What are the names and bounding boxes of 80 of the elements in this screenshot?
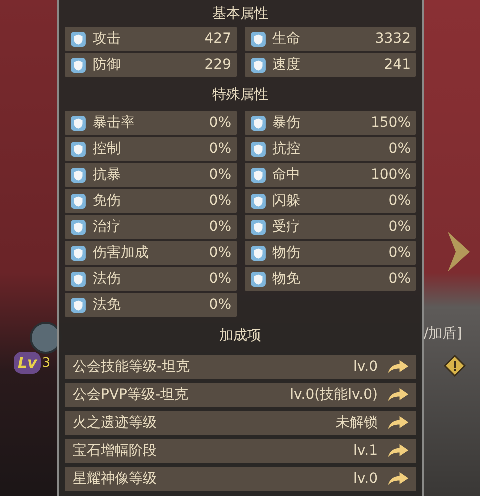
shield-badge-icon (70, 30, 87, 48)
stat-value: 0% (388, 141, 411, 157)
section-title: 特殊属性 (212, 86, 268, 104)
shield-badge-icon (250, 114, 266, 132)
stat-name: 抗暴 (93, 166, 122, 184)
stat-name: 速度 (272, 56, 302, 74)
stat-name: 抗控 (272, 140, 302, 158)
shield-badge-icon (70, 218, 87, 236)
section-title: 基本属性 (212, 4, 268, 22)
stat-value: 0% (209, 297, 232, 313)
stat-value: 0% (209, 219, 232, 235)
stat-value: 427 (204, 31, 232, 47)
stat-name: 物免 (272, 270, 302, 288)
stat-name: 免伤 (93, 192, 122, 210)
stat-value: 0% (209, 167, 232, 183)
stat-value: 0% (388, 193, 411, 209)
stat-name: 攻击 (93, 30, 122, 48)
shield-badge-icon (70, 296, 87, 314)
arrow-icon[interactable] (386, 387, 410, 403)
arrow-icon[interactable] (386, 443, 410, 459)
level-badge: Lv (14, 352, 42, 374)
stat-value: 0% (209, 271, 232, 287)
stat-value: 100% (370, 167, 411, 183)
bonus-value: lv.0 (354, 471, 378, 487)
chevron-icon[interactable] (446, 230, 472, 274)
shield-badge-icon (70, 192, 87, 210)
stat-name: 法伤 (93, 270, 122, 288)
shield-badge-icon (250, 140, 266, 158)
bonus-value: lv.1 (354, 443, 378, 459)
stat-value: 0% (209, 141, 232, 157)
shield-badge-icon (70, 270, 87, 288)
section-title: 加成项 (220, 327, 262, 345)
bonus-name: 宝石增幅阶段 (73, 442, 158, 460)
stat-value: 150% (370, 115, 411, 131)
bonus-name: 星耀神像等级 (73, 470, 158, 488)
stat-name: 法免 (93, 296, 122, 314)
shield-badge-icon (250, 56, 266, 74)
stat-name: 伤害加成 (93, 244, 150, 262)
bonus-value: lv.0 (354, 359, 378, 375)
stat-value: 0% (388, 219, 411, 235)
stat-value: 0% (388, 245, 411, 261)
shield-badge-icon (250, 218, 266, 236)
stat-name: 防御 (93, 56, 122, 74)
bonus-name: 公会PVP等级-坦克 (73, 386, 190, 404)
stat-name: 控制 (93, 140, 122, 158)
shield-badge-icon (70, 56, 87, 74)
stat-name: 物伤 (272, 244, 302, 262)
shield-badge-icon (250, 166, 266, 184)
stat-name: 暴伤 (272, 114, 302, 132)
stat-name: 闪躲 (272, 192, 302, 210)
stat-value: 229 (204, 57, 232, 73)
stat-value: 3332 (375, 31, 411, 47)
arrow-icon[interactable] (386, 471, 410, 487)
shield-badge-icon (250, 192, 266, 210)
stat-name: 生命 (272, 30, 302, 48)
side-label: /加盾] (424, 325, 462, 343)
bonus-value: lv.0(技能lv.0) (290, 386, 378, 404)
shield-badge-icon (70, 114, 87, 132)
shield-badge-icon (250, 270, 266, 288)
stat-value: 241 (384, 57, 411, 73)
stat-name: 命中 (272, 166, 302, 184)
stat-value: 0% (209, 245, 232, 261)
shield-badge-icon (70, 244, 87, 262)
stat-value: 0% (388, 271, 411, 287)
stat-name: 受疗 (272, 218, 302, 236)
stat-name: 暴击率 (93, 114, 136, 132)
stat-value: 0% (209, 193, 232, 209)
bonus-name: 火之遗迹等级 (73, 414, 158, 432)
stat-value: 0% (209, 115, 232, 131)
arrow-icon[interactable] (386, 359, 410, 375)
stat-name: 治疗 (93, 218, 122, 236)
bonus-name: 公会技能等级-坦克 (73, 358, 192, 376)
shield-badge-icon (70, 140, 87, 158)
bonus-value: 未解锁 (336, 414, 378, 432)
shield-badge-icon (70, 166, 87, 184)
arrow-icon[interactable] (386, 415, 410, 431)
shield-badge-icon (250, 30, 266, 48)
warning-icon[interactable] (444, 355, 466, 377)
shield-badge-icon (250, 244, 266, 262)
level-number: 3 (42, 356, 51, 370)
